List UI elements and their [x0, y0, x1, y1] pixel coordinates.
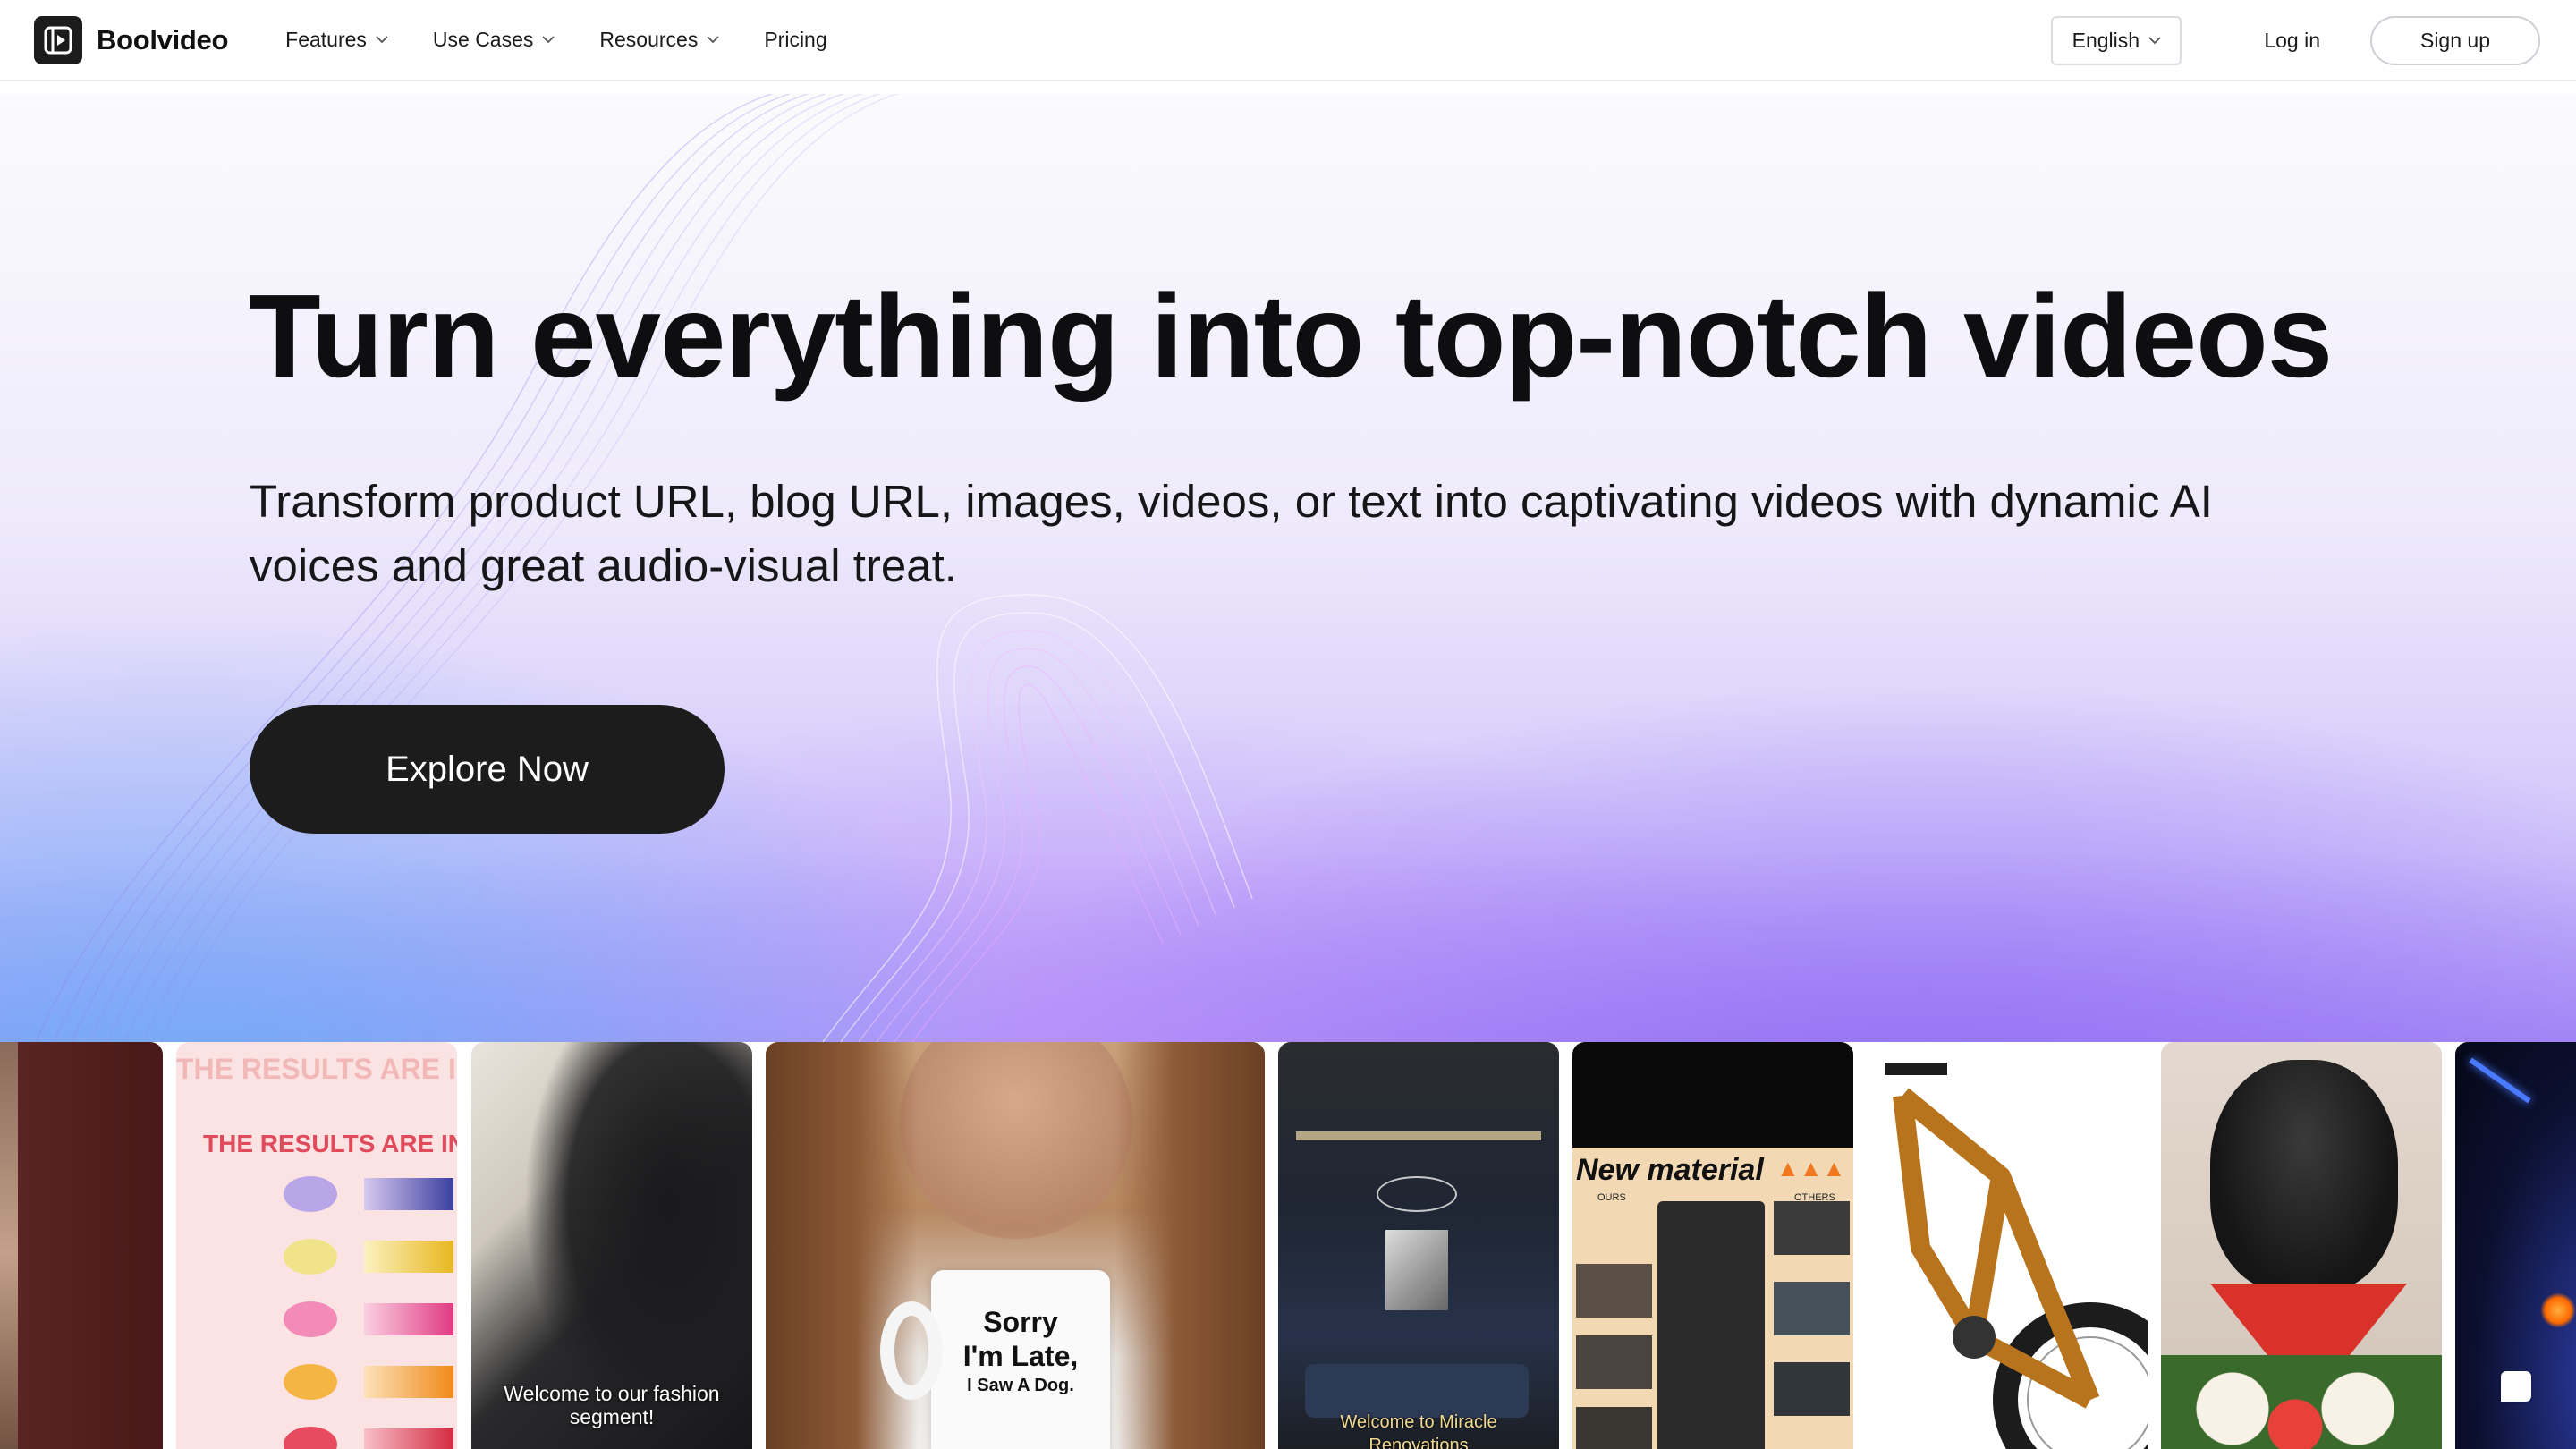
hair-right	[1114, 1042, 1265, 1449]
glitter-figure	[0, 1042, 18, 1449]
fashion-caption: Welcome to our fashion segment!	[504, 1382, 720, 1428]
ceiling-light	[1296, 1131, 1541, 1140]
chat-widget-icon[interactable]	[2501, 1371, 2531, 1402]
bike-video[interactable]	[1867, 1042, 2148, 1449]
nav-actions: English Log in Sign up	[2051, 0, 2540, 81]
chevron-down-icon	[2148, 37, 2161, 45]
fashion-glitter-video[interactable]	[0, 1042, 163, 1449]
nav-use-cases-label: Use Cases	[432, 28, 534, 51]
video-showcase-gallery: THE RESULTS ARE IN THE RESULTS ARE IN We…	[0, 1042, 2576, 1449]
nav-features[interactable]: Features	[285, 28, 388, 52]
sofa	[1305, 1364, 1529, 1418]
fat-bike-illustration	[1885, 1063, 2148, 1449]
material-panel: New material ▲▲▲ OURS OTHERS	[1572, 1148, 1853, 1449]
dumplings	[2161, 1355, 2442, 1449]
ours-thumb-3	[1576, 1407, 1652, 1449]
lip-gloss-results-video[interactable]: THE RESULTS ARE IN THE RESULTS ARE IN	[176, 1042, 457, 1449]
interior-renovation-video[interactable]: Welcome to Miracle Renovations	[1278, 1042, 1559, 1449]
hero-subtitle: Transform product URL, blog URL, images,…	[250, 476, 2213, 591]
orange-glow	[2540, 1292, 2576, 1328]
ours-label: OURS	[1597, 1192, 1626, 1203]
mug-line-3: I Saw A Dog.	[967, 1376, 1074, 1395]
mug-handle	[880, 1301, 943, 1400]
chandelier	[1377, 1176, 1457, 1212]
ours-thumb-2	[1576, 1335, 1652, 1389]
interior-caption: Welcome to Miracle Renovations	[1340, 1412, 1497, 1449]
up-arrows: ▲▲▲	[1776, 1155, 1846, 1182]
others-thumb-3	[1774, 1362, 1850, 1416]
mug-line-2: I'm Late,	[962, 1340, 1079, 1372]
language-select[interactable]: English	[2051, 16, 2182, 65]
language-label: English	[2072, 29, 2140, 52]
results-headline-faded: THE RESULTS ARE IN	[176, 1053, 457, 1085]
others-thumb-1	[1774, 1201, 1850, 1255]
woman-face	[900, 1042, 1132, 1239]
chevron-down-icon	[707, 36, 719, 44]
hero-section: Turn everything into top-notch videos Tr…	[0, 94, 2576, 1042]
nav-pricing-label: Pricing	[764, 28, 827, 51]
mug-line-1: Sorry	[983, 1306, 1058, 1338]
top-navigation-bar: Boolvideo Features Use Cases Resources P…	[0, 0, 2576, 81]
nav-use-cases[interactable]: Use Cases	[433, 28, 555, 52]
dog-video[interactable]	[2161, 1042, 2442, 1449]
dog-head	[2210, 1060, 2398, 1292]
results-headline: THE RESULTS ARE IN	[203, 1130, 457, 1157]
brand-name: Boolvideo	[97, 23, 229, 55]
chevron-down-icon	[376, 36, 388, 44]
main-menu: Features Use Cases Resources Pricing	[285, 28, 872, 52]
nav-features-label: Features	[285, 28, 367, 51]
white-mug: Sorry I'm Late, I Saw A Dog.	[931, 1270, 1110, 1449]
nav-pricing[interactable]: Pricing	[764, 28, 826, 52]
car-seat-cover-video[interactable]: New material ▲▲▲ OURS OTHERS	[1572, 1042, 1853, 1449]
login-link[interactable]: Log in	[2264, 29, 2320, 53]
nav-resources[interactable]: Resources	[599, 28, 719, 52]
hero-title: Turn everything into top-notch videos	[249, 270, 2333, 402]
explore-now-button[interactable]: Explore Now	[250, 705, 724, 834]
nav-resources-label: Resources	[599, 28, 699, 51]
others-thumb-2	[1774, 1282, 1850, 1335]
chevron-down-icon	[542, 36, 555, 44]
ours-thumb-1	[1576, 1264, 1652, 1318]
video-logo-icon	[34, 15, 82, 64]
signup-button[interactable]: Sign up	[2370, 16, 2540, 65]
material-title: New material	[1576, 1153, 1764, 1187]
fashion-segment-video[interactable]: Welcome to our fashion segment!	[471, 1042, 752, 1449]
brand-logo[interactable]: Boolvideo	[34, 15, 229, 64]
lip-gloss-swatches	[284, 1167, 453, 1449]
seat-cover-center	[1657, 1201, 1765, 1449]
wall-art	[1385, 1230, 1448, 1310]
light-streak	[2469, 1057, 2531, 1104]
mug-video[interactable]: Sorry I'm Late, I Saw A Dog.	[766, 1042, 1265, 1449]
